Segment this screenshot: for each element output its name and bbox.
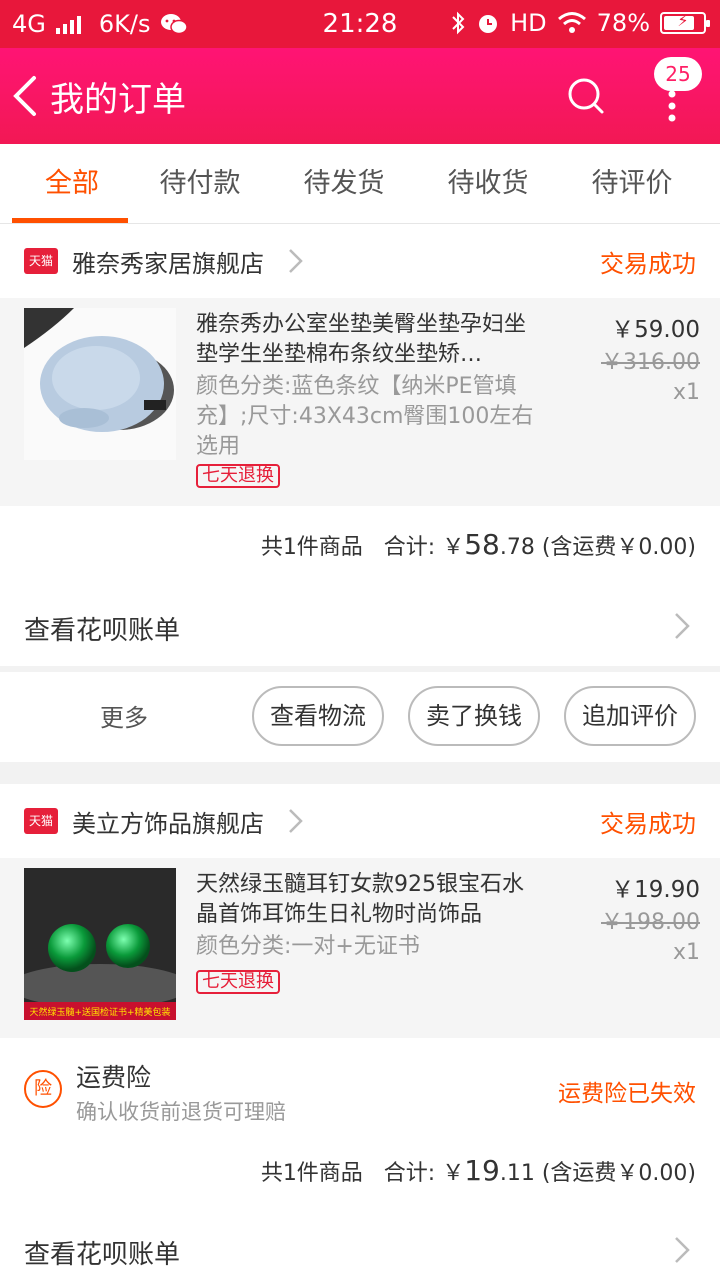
- page-title: 我的订单: [50, 80, 186, 120]
- total-amount-decimal: .11: [499, 1161, 535, 1186]
- tab-pending-receipt[interactable]: 待收货: [416, 144, 560, 224]
- total-label: 合计: ￥: [383, 535, 465, 560]
- total-amount-integer: 58: [464, 528, 500, 561]
- tmall-badge: 天猫: [24, 248, 58, 274]
- battery-percent: 78%: [596, 9, 650, 37]
- product-price: ￥19.90: [611, 877, 700, 903]
- total-amount-decimal: .78: [499, 535, 535, 560]
- tab-all[interactable]: 全部: [0, 144, 144, 224]
- search-icon[interactable]: [566, 76, 606, 116]
- active-tab-indicator: [12, 218, 128, 223]
- insurance-icon: 险: [24, 1070, 62, 1108]
- product-sku: 颜色分类:蓝色条纹【纳米PE管填充】;尺寸:43X43cm臀围100左右选用: [196, 374, 534, 459]
- total-label: 合计: ￥: [383, 1161, 465, 1186]
- view-logistics-button[interactable]: 查看物流: [252, 686, 384, 746]
- chevron-right-icon: [675, 613, 690, 639]
- order-tabs: 全部 待付款 待发货 待收货 待评价: [0, 144, 720, 224]
- product-quantity: x1: [672, 380, 700, 405]
- tab-pending-shipment[interactable]: 待发货: [272, 144, 416, 224]
- product-original-price: ￥198.00: [601, 910, 700, 935]
- order-summary: 共1件商品 合计: ￥19.11 (含运费￥0.00): [261, 1154, 696, 1187]
- item-count: 共1件商品: [260, 1161, 363, 1186]
- shop-header[interactable]: 天猫 美立方饰品旗舰店 交易成功: [0, 784, 720, 858]
- hd-indicator: HD: [510, 9, 547, 37]
- chevron-right-icon: [289, 249, 303, 273]
- add-review-button[interactable]: 追加评价: [564, 686, 696, 746]
- product-quantity: x1: [672, 940, 700, 965]
- item-count: 共1件商品: [260, 535, 363, 560]
- product-price: ￥59.00: [611, 317, 700, 343]
- total-amount-integer: 19: [464, 1154, 500, 1187]
- order-summary: 共1件商品 合计: ￥58.78 (含运费￥0.00): [261, 528, 696, 561]
- product-image-banner-text: 天然绿玉髓+送国检证书+精美包装: [29, 1006, 170, 1018]
- huabei-bill-link[interactable]: 查看花呗账单: [0, 586, 720, 666]
- bluetooth-icon: [452, 11, 465, 35]
- huabei-bill-link[interactable]: 查看花呗账单: [0, 1212, 720, 1280]
- shop-header[interactable]: 天猫 雅奈秀家居旗舰店 交易成功: [0, 224, 720, 298]
- order-summary-row: 共1件商品 合计: ￥58.78 (含运费￥0.00): [0, 506, 720, 586]
- order-status: 交易成功: [600, 810, 696, 838]
- product-image-earrings: 天然绿玉髓+送国检证书+精美包装: [24, 868, 176, 1020]
- shipping-fee: (含运费￥0.00): [541, 1161, 696, 1186]
- huabei-bill-label: 查看花呗账单: [24, 1240, 181, 1270]
- shop-name: 雅奈秀家居旗舰店: [72, 250, 264, 278]
- app-header: 我的订单 25: [0, 48, 720, 144]
- battery-icon: ⚡: [660, 11, 710, 34]
- product-title: 雅奈秀办公室坐垫美臀坐垫孕妇坐垫学生坐垫棉布条纹坐垫矫…: [196, 312, 527, 367]
- status-bar: 4G 6K/s 21:28 HD 78% ⚡: [0, 0, 720, 48]
- shipping-fee: (含运费￥0.00): [541, 535, 696, 560]
- insurance-description: 确认收货前退货可理赔: [76, 1100, 286, 1124]
- tmall-badge: 天猫: [24, 808, 58, 834]
- order-status: 交易成功: [600, 250, 696, 278]
- huabei-bill-label: 查看花呗账单: [24, 616, 181, 646]
- shop-name: 美立方饰品旗舰店: [72, 810, 264, 838]
- product-original-price: ￥316.00: [601, 350, 700, 375]
- back-icon[interactable]: [10, 74, 46, 118]
- insurance-status: 运费险已失效: [558, 1081, 696, 1107]
- insurance-title: 运费险: [76, 1063, 152, 1092]
- resell-button[interactable]: 卖了换钱: [408, 686, 540, 746]
- product-image-cushion: [24, 308, 176, 460]
- order-actions: 更多 查看物流 卖了换钱 追加评价: [0, 672, 720, 762]
- message-count-badge: 25: [654, 57, 702, 91]
- shipping-insurance-row[interactable]: 险 运费险 确认收货前退货可理赔 运费险已失效: [0, 1038, 720, 1142]
- chevron-right-icon: [289, 809, 303, 833]
- order-item[interactable]: 天然绿玉髓+送国检证书+精美包装 天然绿玉髓耳钉女款925银宝石水晶首饰耳饰生日…: [0, 858, 720, 1038]
- more-menu-icon[interactable]: [660, 88, 684, 128]
- product-sku: 颜色分类:一对+无证书: [196, 934, 420, 959]
- tab-pending-payment[interactable]: 待付款: [128, 144, 272, 224]
- product-title: 天然绿玉髓耳钉女款925银宝石水晶首饰耳饰生日礼物时尚饰品: [196, 872, 524, 927]
- more-actions-link[interactable]: 更多: [100, 698, 148, 733]
- alarm-icon: [479, 15, 498, 33]
- wifi-icon: [557, 12, 586, 33]
- seven-day-return-tag: 七天退换: [196, 970, 280, 994]
- order-item[interactable]: 雅奈秀办公室坐垫美臀坐垫孕妇坐垫学生坐垫棉布条纹坐垫矫… 颜色分类:蓝色条纹【纳…: [0, 298, 720, 506]
- chevron-right-icon: [675, 1237, 690, 1263]
- tab-pending-review[interactable]: 待评价: [560, 144, 704, 224]
- order-summary-row: 共1件商品 合计: ￥19.11 (含运费￥0.00): [0, 1142, 720, 1212]
- seven-day-return-tag: 七天退换: [196, 464, 280, 488]
